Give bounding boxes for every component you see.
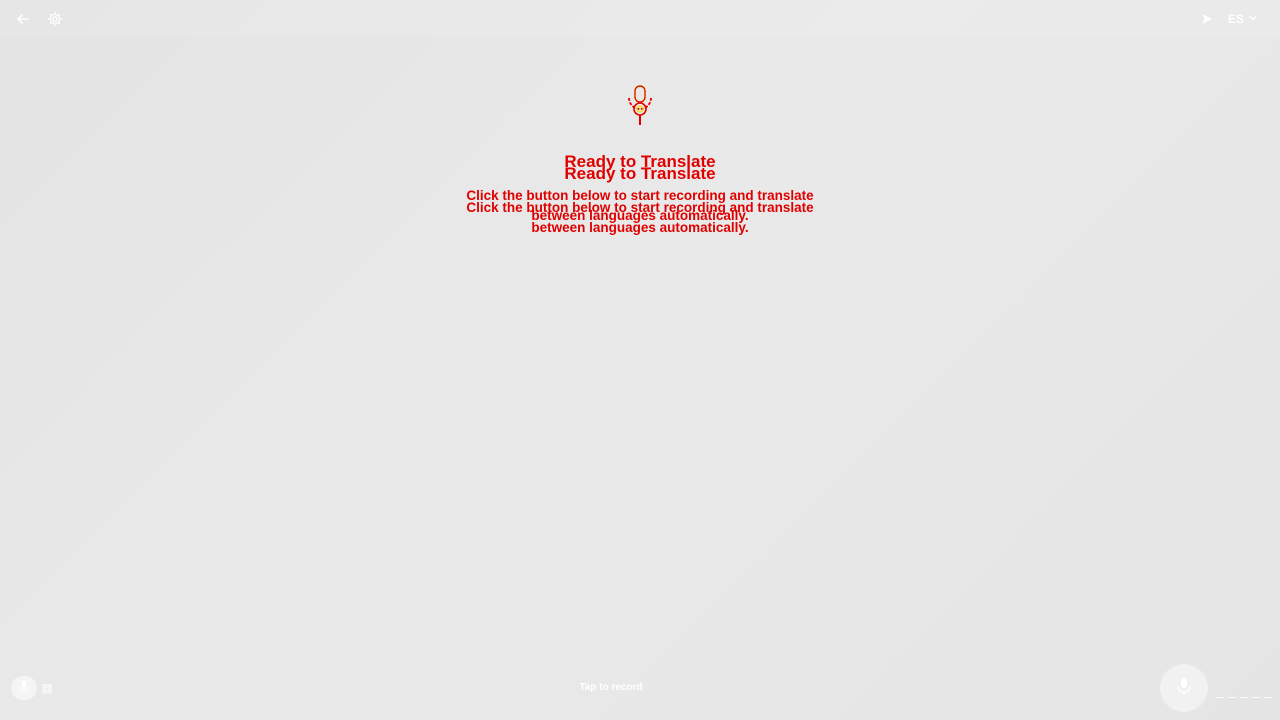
- hero-description: Click the button below to start recordin…: [440, 186, 840, 236]
- level-bar: [1264, 697, 1272, 698]
- empty-state: Ready to Translate Ready to Translate Cl…: [440, 80, 840, 236]
- hero-description-shadow-line-2: between languages automatically.: [531, 220, 749, 235]
- tap-to-record-label: Tap to record: [579, 682, 643, 693]
- back-button[interactable]: [12, 8, 34, 30]
- send-button[interactable]: [1196, 8, 1218, 30]
- settings-button[interactable]: [44, 8, 66, 30]
- gear-icon: [47, 11, 63, 27]
- text-mode-toggle[interactable]: [41, 682, 53, 694]
- arrow-left-icon: [15, 11, 31, 27]
- microphone-icon: [1176, 677, 1192, 700]
- hero-title-block: Ready to Translate Ready to Translate: [440, 152, 840, 183]
- send-arrow-icon: [1200, 12, 1214, 26]
- hero-description-shadow-line-1: Click the button below to start recordin…: [466, 200, 814, 215]
- level-bar: [1228, 697, 1236, 698]
- language-select[interactable]: ES: [1228, 10, 1258, 28]
- chevron-down-icon: [1248, 12, 1258, 26]
- hero-description-shadow: Click the button below to start recordin…: [440, 198, 840, 238]
- audio-level-indicator: [1216, 697, 1274, 699]
- level-bar: [1216, 697, 1224, 698]
- microphone-icon: [440, 80, 840, 134]
- grid-icon: [41, 682, 53, 699]
- voice-mode-toggle[interactable]: [11, 676, 37, 700]
- level-bar: [1240, 697, 1248, 698]
- target-language-label: ES: [1228, 12, 1245, 26]
- record-button[interactable]: [1160, 664, 1208, 712]
- microphone-icon: [19, 679, 29, 697]
- bottom-bar: Tap to record: [0, 660, 1280, 720]
- level-bar: [1252, 697, 1260, 698]
- top-bar: ES: [0, 0, 1280, 38]
- hero-title-shadow: Ready to Translate: [564, 164, 716, 183]
